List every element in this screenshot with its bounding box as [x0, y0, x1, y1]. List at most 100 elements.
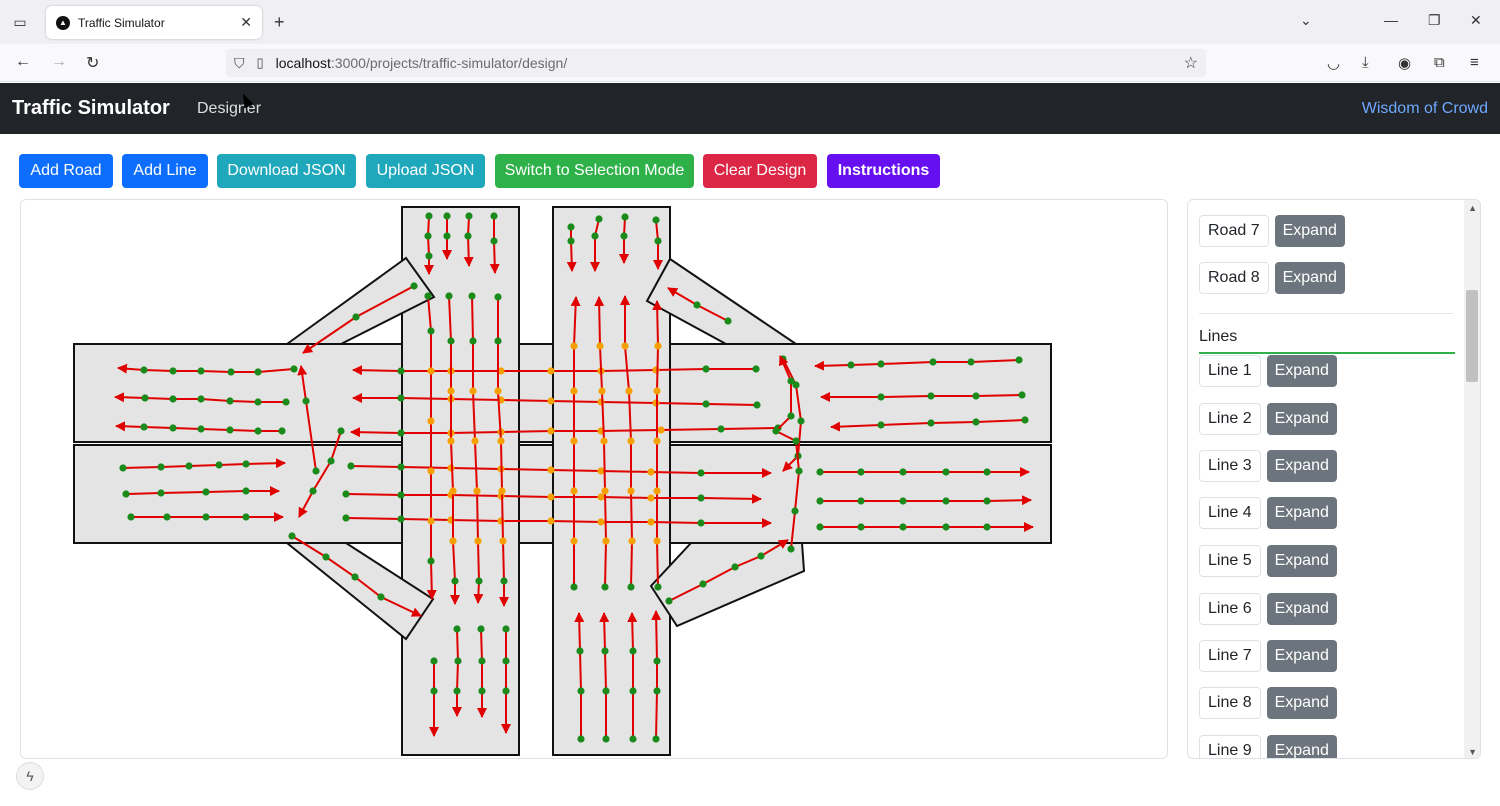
- lane-control-point[interactable]: [473, 487, 481, 495]
- lane-control-point[interactable]: [494, 387, 502, 395]
- bookmark-star-icon[interactable]: ☆: [1184, 53, 1198, 73]
- lane-control-point[interactable]: [753, 401, 761, 409]
- lane-control-point[interactable]: [597, 518, 605, 526]
- lane-control-point[interactable]: [451, 577, 459, 585]
- close-tab-icon[interactable]: ✕: [240, 14, 252, 31]
- lane-control-point[interactable]: [567, 223, 575, 231]
- lane-control-point[interactable]: [595, 215, 603, 223]
- lane-control-point[interactable]: [570, 437, 578, 445]
- lane-control-point[interactable]: [654, 583, 662, 591]
- road-expand-button[interactable]: Expand: [1274, 215, 1345, 247]
- lane-control-point[interactable]: [169, 367, 177, 375]
- browser-tab[interactable]: ▲ Traffic Simulator ✕: [46, 6, 262, 39]
- lane-control-point[interactable]: [697, 469, 705, 477]
- lane-control-point[interactable]: [453, 625, 461, 633]
- lane-control-point[interactable]: [498, 487, 506, 495]
- line-label[interactable]: Line 6: [1199, 593, 1261, 625]
- lane-control-point[interactable]: [772, 427, 780, 435]
- shield-icon[interactable]: ⛉: [234, 55, 245, 72]
- page-icon[interactable]: ▯: [257, 55, 264, 71]
- lane-control-point[interactable]: [899, 523, 907, 531]
- line-expand-button[interactable]: Expand: [1266, 640, 1337, 672]
- lane-control-point[interactable]: [942, 497, 950, 505]
- lane-control-point[interactable]: [397, 429, 405, 437]
- brand-title[interactable]: Traffic Simulator: [12, 97, 170, 120]
- lane-control-point[interactable]: [697, 519, 705, 527]
- line-label[interactable]: Line 3: [1199, 450, 1261, 482]
- lane-control-point[interactable]: [425, 252, 433, 260]
- lane-control-point[interactable]: [443, 232, 451, 240]
- lane-control-point[interactable]: [983, 523, 991, 531]
- lane-control-point[interactable]: [478, 657, 486, 665]
- lane-control-point[interactable]: [570, 583, 578, 591]
- lane-control-point[interactable]: [227, 368, 235, 376]
- lane-control-point[interactable]: [795, 467, 803, 475]
- lane-control-point[interactable]: [169, 424, 177, 432]
- lane-control-point[interactable]: [169, 395, 177, 403]
- lane-control-point[interactable]: [427, 367, 435, 375]
- lane-control-point[interactable]: [309, 487, 317, 495]
- lane-control-point[interactable]: [322, 553, 330, 561]
- lane-control-point[interactable]: [141, 394, 149, 402]
- lane-control-point[interactable]: [469, 387, 477, 395]
- lane-control-point[interactable]: [653, 487, 661, 495]
- lane-control-point[interactable]: [570, 487, 578, 495]
- lane-control-point[interactable]: [816, 468, 824, 476]
- lane-control-point[interactable]: [602, 537, 610, 545]
- lane-control-point[interactable]: [475, 577, 483, 585]
- lane-control-point[interactable]: [351, 573, 359, 581]
- lane-control-point[interactable]: [620, 232, 628, 240]
- new-tab-icon[interactable]: +: [274, 12, 285, 33]
- menu-icon[interactable]: ≡: [1470, 54, 1479, 71]
- lane-control-point[interactable]: [397, 367, 405, 375]
- lane-control-point[interactable]: [983, 468, 991, 476]
- lane-control-point[interactable]: [652, 735, 660, 743]
- lane-control-point[interactable]: [654, 342, 662, 350]
- lane-control-point[interactable]: [929, 358, 937, 366]
- lane-control-point[interactable]: [787, 412, 795, 420]
- line-expand-button[interactable]: Expand: [1266, 545, 1337, 577]
- lane-control-point[interactable]: [202, 513, 210, 521]
- lane-control-point[interactable]: [602, 687, 610, 695]
- lane-control-point[interactable]: [447, 437, 455, 445]
- extensions-icon[interactable]: ⧉: [1434, 54, 1445, 71]
- lane-control-point[interactable]: [654, 237, 662, 245]
- pocket-icon[interactable]: ◡: [1327, 54, 1340, 72]
- lane-control-point[interactable]: [427, 327, 435, 335]
- chevron-down-icon[interactable]: ⌄: [1300, 12, 1312, 29]
- lane-control-point[interactable]: [942, 468, 950, 476]
- lane-control-point[interactable]: [494, 293, 502, 301]
- lane-control-point[interactable]: [792, 437, 800, 445]
- lane-control-point[interactable]: [629, 687, 637, 695]
- reload-icon[interactable]: ↻: [86, 53, 99, 73]
- lane-control-point[interactable]: [570, 387, 578, 395]
- lane-control-point[interactable]: [254, 427, 262, 435]
- line-label[interactable]: Line 8: [1199, 687, 1261, 719]
- lane-control-point[interactable]: [601, 647, 609, 655]
- lane-control-point[interactable]: [797, 417, 805, 425]
- lane-control-point[interactable]: [157, 489, 165, 497]
- lane-control-point[interactable]: [453, 687, 461, 695]
- lane-control-point[interactable]: [197, 395, 205, 403]
- lane-control-point[interactable]: [197, 367, 205, 375]
- lane-control-point[interactable]: [242, 513, 250, 521]
- lane-control-point[interactable]: [857, 497, 865, 505]
- lane-control-point[interactable]: [471, 437, 479, 445]
- lane-control-point[interactable]: [1021, 416, 1029, 424]
- lane-control-point[interactable]: [494, 337, 502, 345]
- lane-control-point[interactable]: [693, 301, 701, 309]
- lane-control-point[interactable]: [347, 462, 355, 470]
- lane-control-point[interactable]: [787, 377, 795, 385]
- lane-control-point[interactable]: [627, 487, 635, 495]
- lane-control-point[interactable]: [288, 532, 296, 540]
- lane-control-point[interactable]: [724, 317, 732, 325]
- account-icon[interactable]: ◉: [1398, 54, 1411, 72]
- lane-control-point[interactable]: [577, 687, 585, 695]
- lane-control-point[interactable]: [312, 467, 320, 475]
- lane-control-point[interactable]: [972, 418, 980, 426]
- lane-control-point[interactable]: [927, 419, 935, 427]
- lane-control-point[interactable]: [447, 337, 455, 345]
- line-expand-button[interactable]: Expand: [1266, 450, 1337, 482]
- line-expand-button[interactable]: Expand: [1266, 593, 1337, 625]
- lane-control-point[interactable]: [816, 523, 824, 531]
